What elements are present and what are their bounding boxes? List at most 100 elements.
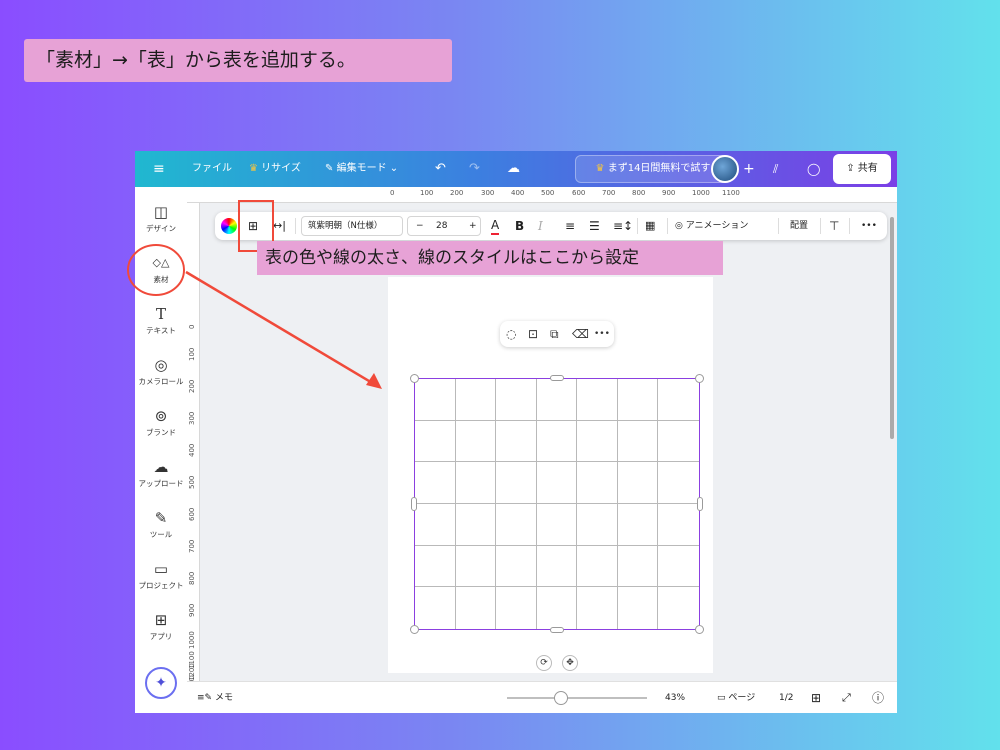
table-cell[interactable] — [536, 420, 578, 463]
table-cell[interactable] — [617, 379, 659, 421]
table-cell[interactable] — [577, 504, 618, 546]
table-cell[interactable] — [658, 462, 699, 504]
redo-icon[interactable]: ↷ — [469, 151, 480, 187]
align-center-icon[interactable]: ≡ — [565, 212, 575, 240]
undo-icon[interactable]: ↶ — [435, 151, 446, 187]
table-cell[interactable] — [415, 504, 456, 546]
table-cell[interactable] — [577, 379, 618, 421]
sidebar-item-brand[interactable]: ⊚ ブランド — [135, 405, 187, 449]
menu-icon[interactable]: ≡ — [153, 151, 165, 187]
lock-icon[interactable]: ⊡ — [528, 321, 538, 347]
table-cell[interactable] — [415, 420, 456, 463]
resize-handle-top[interactable] — [550, 375, 564, 381]
table-cell[interactable] — [577, 545, 618, 588]
sidebar-item-elements[interactable]: ◇△ 素材 — [135, 252, 187, 296]
trash-icon[interactable]: ⌫ — [572, 321, 589, 347]
table-cell[interactable] — [496, 462, 537, 504]
table-cell[interactable] — [577, 420, 618, 463]
table-cell[interactable] — [537, 587, 578, 629]
comment-add-icon[interactable]: ◌ — [506, 321, 516, 347]
resize-handle-top-left[interactable] — [410, 374, 419, 383]
transparency-icon[interactable]: ▦ — [645, 212, 655, 240]
zoom-slider-handle[interactable] — [554, 691, 568, 705]
increase-size-button[interactable]: + — [469, 217, 477, 235]
table-cell[interactable] — [658, 421, 699, 463]
paint-format-icon[interactable]: ⊤ — [829, 212, 839, 240]
sidebar-item-upload[interactable]: ☁ アップロード — [135, 456, 187, 500]
avatar[interactable] — [711, 155, 739, 183]
position-button[interactable]: 配置 — [790, 212, 808, 240]
table-cell[interactable] — [415, 545, 456, 588]
table-cell[interactable] — [455, 504, 497, 546]
font-select[interactable]: 筑紫明朝（N仕様） — [301, 216, 403, 236]
vertical-scrollbar[interactable] — [890, 217, 894, 439]
add-collaborator-icon[interactable]: + — [743, 151, 755, 187]
line-weight-icon[interactable]: ↔| — [273, 212, 286, 240]
sidebar-item-text[interactable]: T テキスト — [135, 303, 187, 347]
resize-handle-bottom-left[interactable] — [410, 625, 419, 634]
fullscreen-icon[interactable]: ⤢ — [842, 682, 851, 713]
more-icon[interactable]: ••• — [594, 321, 610, 347]
sidebar-item-projects[interactable]: ▭ プロジェクト — [135, 558, 187, 602]
table-cell[interactable] — [496, 587, 537, 629]
table-cell[interactable] — [658, 379, 699, 421]
duplicate-icon[interactable]: ⧉ — [550, 321, 559, 347]
sidebar-item-apps[interactable]: ⊞ アプリ — [135, 609, 187, 653]
table-cell[interactable] — [496, 379, 537, 421]
line-spacing-icon[interactable]: ≡↕ — [613, 212, 633, 240]
help-icon[interactable]: ⓘ — [872, 682, 884, 713]
table-cell[interactable] — [415, 379, 456, 421]
table-cell[interactable] — [455, 420, 497, 463]
italic-icon[interactable]: I — [538, 212, 543, 240]
table-cell[interactable] — [536, 504, 578, 546]
table-cell[interactable] — [658, 587, 699, 629]
table-cell[interactable] — [536, 379, 578, 421]
table-cell[interactable] — [536, 462, 578, 504]
table-cell[interactable] — [456, 587, 497, 629]
resize-button[interactable]: ♛ リサイズ — [249, 151, 301, 187]
table-cell[interactable] — [617, 504, 659, 546]
table-cell[interactable] — [455, 462, 497, 504]
resize-handle-left[interactable] — [411, 497, 417, 511]
resize-handle-top-right[interactable] — [695, 374, 704, 383]
sidebar-item-camera-roll[interactable]: ◎ カメラロール — [135, 354, 187, 398]
zoom-slider-track[interactable] — [507, 697, 647, 699]
table-cell[interactable] — [617, 462, 659, 504]
sidebar-item-design[interactable]: ◫ デザイン — [135, 201, 187, 245]
table-cell[interactable] — [415, 587, 456, 629]
table-cell[interactable] — [496, 420, 537, 463]
rotate-icon[interactable]: ⟳ — [536, 655, 552, 671]
table-cell[interactable] — [618, 587, 659, 629]
font-size-value[interactable]: 28 — [436, 217, 447, 235]
table-cell[interactable] — [658, 546, 699, 588]
magic-assistant-button[interactable]: ✦ — [145, 667, 177, 699]
table-cell[interactable] — [496, 504, 537, 546]
edit-mode-button[interactable]: ✎ 編集モード ⌄ — [325, 151, 398, 187]
table-cell[interactable] — [658, 504, 699, 546]
zoom-level[interactable]: 43% — [665, 682, 685, 713]
file-menu[interactable]: ファイル — [192, 151, 232, 187]
color-wheel-icon[interactable] — [221, 218, 237, 234]
table-cell[interactable] — [455, 379, 497, 421]
notes-button[interactable]: ≡✎ メモ — [197, 682, 233, 713]
table-cell[interactable] — [577, 587, 618, 629]
table-cell[interactable] — [617, 545, 659, 588]
share-button[interactable]: ⇪ 共有 — [833, 154, 891, 184]
table-cell[interactable] — [536, 545, 578, 588]
free-trial-button[interactable]: ♛ まず14日間無料で試す — [575, 155, 731, 183]
comment-icon[interactable]: ◯ — [807, 151, 820, 187]
grid-view-icon[interactable]: ⊞ — [811, 682, 821, 713]
more-options-button[interactable]: ••• — [861, 212, 877, 240]
analytics-icon[interactable]: ⫽ — [773, 151, 778, 187]
move-icon[interactable]: ✥ — [562, 655, 578, 671]
table-element[interactable] — [414, 378, 700, 630]
table-cell[interactable] — [496, 545, 537, 588]
animation-button[interactable]: ◎ アニメーション — [675, 212, 748, 240]
table-cell[interactable] — [617, 420, 659, 463]
bold-icon[interactable]: B — [515, 212, 524, 240]
table-cell[interactable] — [577, 462, 618, 504]
font-size-stepper[interactable]: − 28 + — [407, 216, 481, 236]
table-cell[interactable] — [455, 545, 497, 588]
decrease-size-button[interactable]: − — [416, 217, 424, 235]
list-icon[interactable]: ☰ — [589, 212, 600, 240]
